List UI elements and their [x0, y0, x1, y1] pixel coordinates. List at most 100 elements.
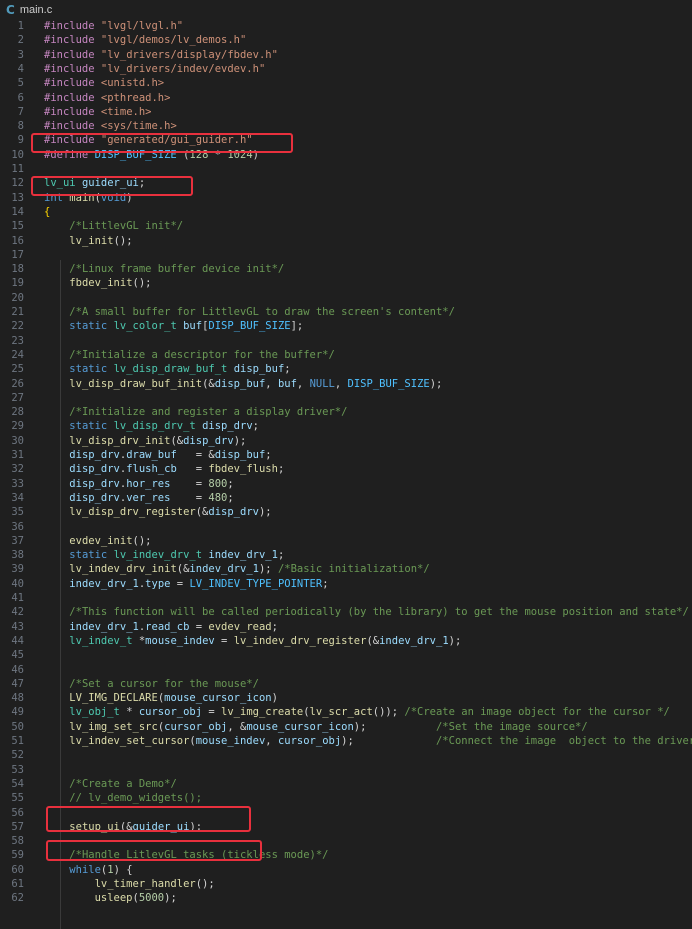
code-token: (& — [195, 506, 209, 519]
code-token: fbdev_flush — [208, 463, 278, 476]
code-token: flush_cb — [126, 463, 177, 476]
highlight-include-gui-guider — [31, 133, 293, 153]
code-token: type — [145, 577, 171, 590]
code-token: indev_drv_1 — [69, 620, 139, 633]
code-token: buf — [183, 320, 203, 333]
code-token: ); — [164, 892, 177, 905]
code-token: lv_img_create — [221, 706, 304, 719]
code-token: lv_indev_drv_init — [69, 563, 177, 576]
code-token: ); — [448, 634, 462, 647]
code-token: while — [69, 863, 101, 876]
code-token: LV_INDEV_TYPE_POINTER — [189, 577, 323, 590]
code-token: DISP_BUF_SIZE — [208, 320, 291, 333]
code-token: /*Linux frame buffer device init*/ — [69, 263, 285, 276]
code-token: mouse_indev — [195, 735, 266, 747]
code-token: ; — [252, 420, 259, 433]
code-token: * — [132, 634, 146, 647]
code-token: lv_img_set_src — [69, 720, 158, 733]
code-token: (); — [195, 878, 215, 890]
code-token: , — [265, 735, 278, 747]
code-token: ) { — [113, 863, 133, 876]
code-line[interactable]: 62 usleep(5000); — [0, 890, 692, 906]
code-token: ); — [258, 506, 272, 519]
code-token: (); — [132, 534, 152, 547]
code-token: = — [176, 463, 209, 476]
code-token: ) — [271, 692, 278, 705]
code-token: ); — [353, 720, 436, 733]
code-token: (& — [202, 377, 215, 390]
code-token: lv_obj_t — [69, 706, 120, 719]
c-file-icon: C — [6, 3, 15, 17]
code-token: , — [296, 377, 310, 390]
code-token: <unistd.h> — [100, 77, 165, 90]
code-token: 800 — [208, 477, 228, 490]
code-token: <sys/time.h> — [100, 120, 177, 133]
code-token: ; — [322, 577, 329, 590]
code-token: "lvgl/demos/lv_demos.h" — [100, 34, 247, 47]
code-token: = — [170, 491, 209, 504]
code-token: static — [69, 320, 108, 333]
code-token: { — [44, 205, 51, 218]
code-token: disp_drv — [208, 506, 259, 519]
code-token: disp_buf — [233, 363, 285, 376]
editor-tab[interactable]: C main.c — [0, 0, 692, 20]
code-token: #include — [44, 62, 101, 75]
code-token: , — [334, 377, 348, 390]
code-token: = — [214, 634, 234, 647]
code-token: = — [170, 577, 190, 590]
code-token: = — [202, 706, 222, 719]
code-token: cursor_obj — [164, 720, 228, 733]
code-token: , — [265, 377, 278, 390]
code-token: disp_buf — [214, 449, 266, 461]
code-token: ); — [233, 434, 247, 447]
code-editor[interactable]: 1 #include "lvgl/lvgl.h" 2 #include "lvgl/d… — [0, 20, 692, 929]
code-token: disp_drv — [202, 420, 253, 433]
code-token: NULL — [309, 377, 335, 390]
code-token: mouse_cursor_icon — [246, 720, 354, 733]
code-token: indev_drv_1 — [208, 549, 278, 562]
code-token: read_cb — [145, 620, 190, 633]
code-token: ); — [429, 377, 443, 390]
code-token: /*This function will be called periodica… — [69, 606, 689, 619]
code-token: lv_timer_handler — [94, 878, 196, 890]
code-token: ); — [341, 735, 436, 747]
code-token: usleep — [94, 892, 133, 905]
code-token: 5000 — [138, 892, 165, 905]
code-token: indev_drv_1 — [189, 563, 259, 576]
code-token: /*Initialize and register a display driv… — [69, 406, 348, 419]
code-token: lv_indev_drv_register — [233, 634, 367, 647]
code-token: lv_indev_t — [69, 634, 133, 647]
code-token: // lv_demo_widgets(); — [69, 792, 203, 805]
code-token: evdev_init — [69, 534, 133, 547]
code-token: /*LittlevGL init*/ — [69, 220, 184, 233]
code-token: #include — [44, 20, 101, 32]
highlight-demo-comment — [46, 806, 251, 832]
code-token: #include — [44, 77, 101, 90]
code-token: disp_drv — [69, 477, 120, 490]
code-token: ); — [258, 563, 278, 576]
code-token: disp_drv — [69, 491, 120, 504]
line-number: 62 — [11, 892, 24, 905]
code-token: #include — [44, 120, 101, 133]
code-token: ver_res — [126, 491, 171, 504]
code-token: static — [69, 363, 108, 376]
